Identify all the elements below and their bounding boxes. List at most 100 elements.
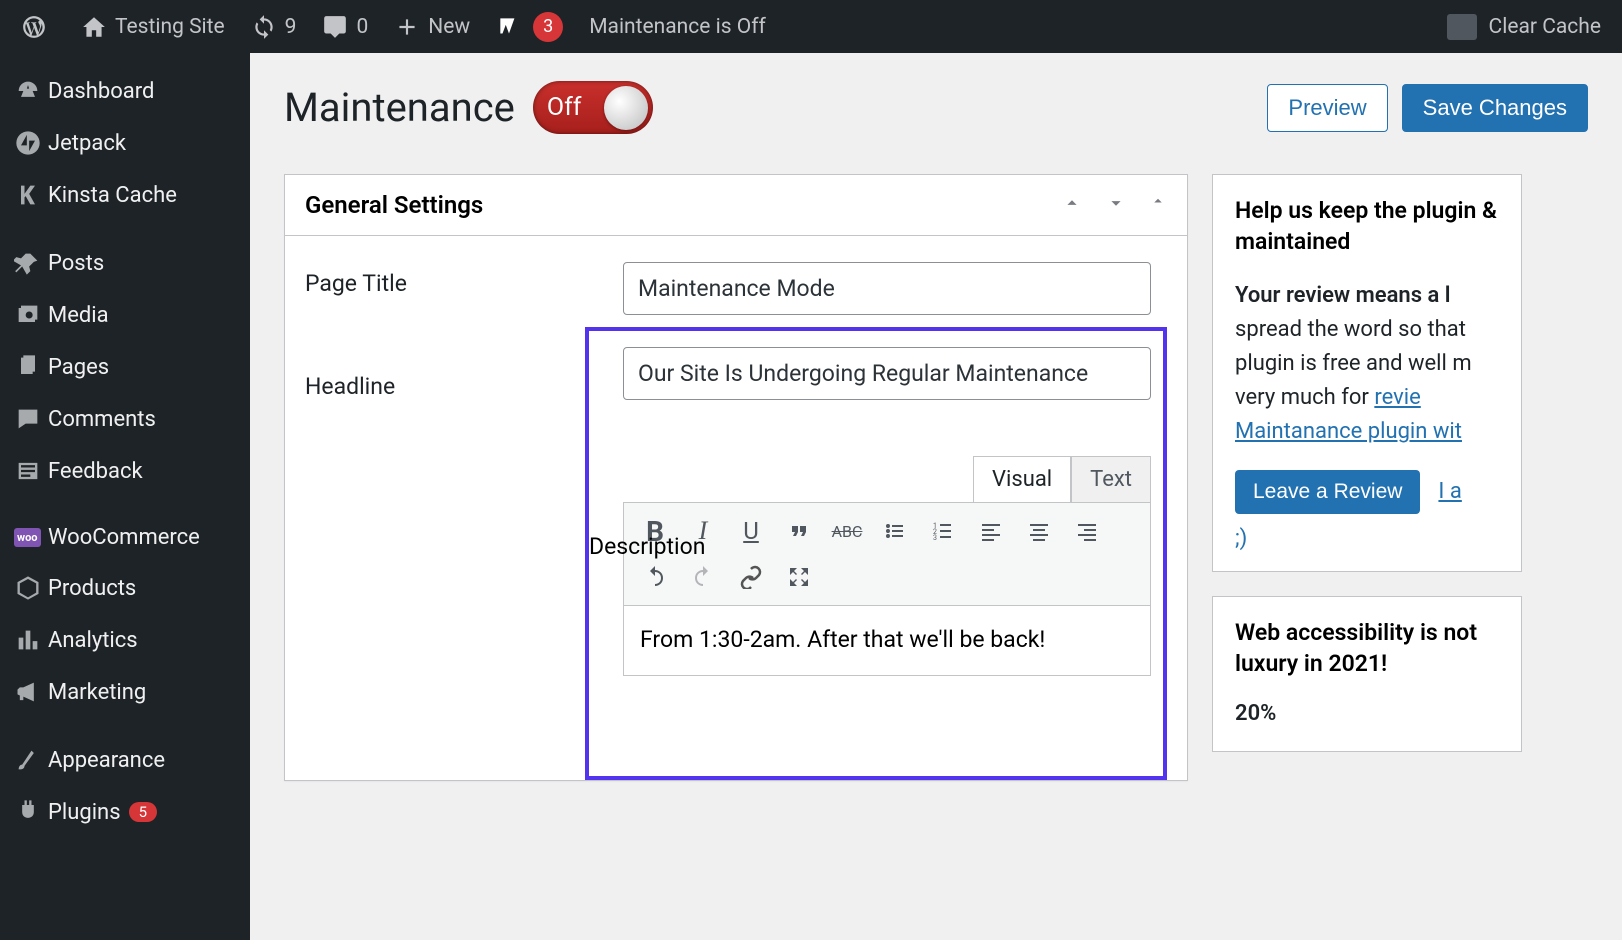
maintenance-status[interactable]: Maintenance is Off — [576, 0, 779, 53]
sidebar-label: Media — [48, 303, 109, 328]
align-right-button[interactable] — [1064, 509, 1110, 553]
numbered-list-button[interactable]: 123 — [920, 509, 966, 553]
woo-icon: woo — [14, 528, 48, 547]
refresh-icon — [251, 14, 277, 40]
admin-bar: Testing Site 9 0 New 3 Maintenance is Of… — [0, 0, 1622, 53]
sidebar-label: Feedback — [48, 459, 143, 484]
accessibility-text: 20% — [1235, 697, 1499, 731]
description-label: Description — [589, 533, 705, 560]
wordpress-icon — [21, 14, 47, 40]
chevron-down-icon[interactable] — [1105, 192, 1127, 218]
site-name-label: Testing Site — [115, 15, 225, 39]
leave-review-button[interactable]: Leave a Review — [1235, 470, 1420, 514]
accessibility-title: Web accessibility is not luxury in 2021! — [1235, 617, 1499, 679]
yoast[interactable]: 3 — [483, 0, 576, 53]
sidebar-label: WooCommerce — [48, 525, 200, 550]
align-left-button[interactable] — [968, 509, 1014, 553]
undo-button[interactable] — [632, 555, 678, 599]
plus-icon — [394, 14, 420, 40]
products-icon — [14, 574, 48, 602]
tab-text[interactable]: Text — [1071, 456, 1151, 502]
comments[interactable]: 0 — [309, 0, 381, 53]
comments-count: 0 — [356, 15, 368, 39]
toggle-label: Off — [547, 93, 582, 122]
page-title-label: Page Title — [305, 262, 623, 297]
underline-button[interactable]: U — [728, 509, 774, 553]
pin-icon — [14, 249, 48, 277]
side-panels: Help us keep the plugin & maintained You… — [1212, 174, 1522, 781]
toggle-knob — [604, 86, 648, 130]
brush-icon — [14, 746, 48, 774]
maintenance-toggle[interactable]: Off — [533, 81, 653, 134]
sidebar-label: Analytics — [48, 628, 138, 653]
new-content[interactable]: New — [381, 0, 483, 53]
blockquote-button[interactable] — [776, 509, 822, 553]
sidebar-item-analytics[interactable]: Analytics — [0, 614, 250, 666]
sidebar-item-woocommerce[interactable]: wooWooCommerce — [0, 513, 250, 562]
sidebar-label: Comments — [48, 407, 156, 432]
pages-icon — [14, 353, 48, 381]
site-name[interactable]: Testing Site — [68, 0, 238, 53]
sidebar-label: Kinsta Cache — [48, 183, 177, 208]
sidebar-item-dashboard[interactable]: Dashboard — [0, 65, 250, 117]
page-title-row: Page Title — [285, 236, 1187, 315]
link-button[interactable] — [728, 555, 774, 599]
headline-row: Headline Visual Text B I U — [285, 315, 1187, 780]
sidebar-item-feedback[interactable]: Feedback — [0, 445, 250, 497]
tab-visual[interactable]: Visual — [973, 456, 1071, 502]
align-center-button[interactable] — [1016, 509, 1062, 553]
maintenance-status-label: Maintenance is Off — [589, 15, 766, 39]
yoast-badge: 3 — [533, 12, 563, 42]
page-header: Maintenance Off Preview Save Changes — [250, 53, 1622, 174]
sidebar-item-comments[interactable]: Comments — [0, 393, 250, 445]
speech-icon — [1447, 14, 1477, 40]
sidebar-item-jetpack[interactable]: Jetpack — [0, 117, 250, 169]
headline-input[interactable] — [623, 347, 1151, 400]
clear-cache[interactable]: Clear Cache — [1434, 0, 1614, 53]
sidebar-label: Marketing — [48, 680, 146, 705]
sidebar-item-marketing[interactable]: Marketing — [0, 666, 250, 718]
sidebar-item-plugins[interactable]: Plugins5 — [0, 786, 250, 838]
strikethrough-button[interactable]: ABC — [824, 509, 870, 553]
wp-logo[interactable] — [8, 0, 68, 53]
accessibility-panel: Web accessibility is not luxury in 2021!… — [1212, 596, 1522, 752]
sidebar-label: Pages — [48, 355, 109, 380]
sidebar-item-products[interactable]: Products — [0, 562, 250, 614]
collapse-icon[interactable] — [1149, 192, 1167, 218]
already-reviewed-link[interactable]: I a — [1438, 479, 1461, 504]
review-panel-title: Help us keep the plugin & maintained — [1235, 195, 1499, 257]
yoast-icon — [496, 14, 522, 40]
svg-text:3: 3 — [933, 534, 937, 542]
kinsta-icon — [14, 181, 48, 209]
plugin-icon — [14, 798, 48, 826]
redo-button[interactable] — [680, 555, 726, 599]
fullscreen-button[interactable] — [776, 555, 822, 599]
wink: ;) — [1235, 526, 1499, 551]
chevron-up-icon[interactable] — [1061, 192, 1083, 218]
sidebar-item-pages[interactable]: Pages — [0, 341, 250, 393]
sidebar-item-appearance[interactable]: Appearance — [0, 734, 250, 786]
review-panel: Help us keep the plugin & maintained You… — [1212, 174, 1522, 572]
sidebar-item-media[interactable]: Media — [0, 289, 250, 341]
clear-cache-label: Clear Cache — [1489, 15, 1601, 39]
bullet-list-button[interactable] — [872, 509, 918, 553]
review-link-2[interactable]: Maintanance plugin wit — [1235, 419, 1462, 444]
sidebar-label: Products — [48, 576, 136, 601]
review-link[interactable]: revie — [1374, 385, 1420, 410]
page-title-input[interactable] — [623, 262, 1151, 315]
jetpack-icon — [14, 129, 48, 157]
save-button[interactable]: Save Changes — [1402, 84, 1588, 132]
review-text: Your review means a l spread the word so… — [1235, 279, 1499, 449]
updates[interactable]: 9 — [238, 0, 310, 53]
page-title: Maintenance — [284, 84, 515, 131]
home-icon — [81, 14, 107, 40]
description-editor[interactable]: From 1:30-2am. After that we'll be back! — [623, 606, 1151, 676]
preview-button[interactable]: Preview — [1267, 84, 1387, 132]
sidebar-label: Plugins — [48, 800, 121, 825]
dashboard-icon — [14, 77, 48, 105]
main-content: Maintenance Off Preview Save Changes Gen… — [250, 53, 1622, 940]
new-label: New — [428, 15, 470, 39]
sidebar-item-posts[interactable]: Posts — [0, 237, 250, 289]
sidebar-item-kinsta[interactable]: Kinsta Cache — [0, 169, 250, 221]
panel-header: General Settings — [285, 175, 1187, 236]
